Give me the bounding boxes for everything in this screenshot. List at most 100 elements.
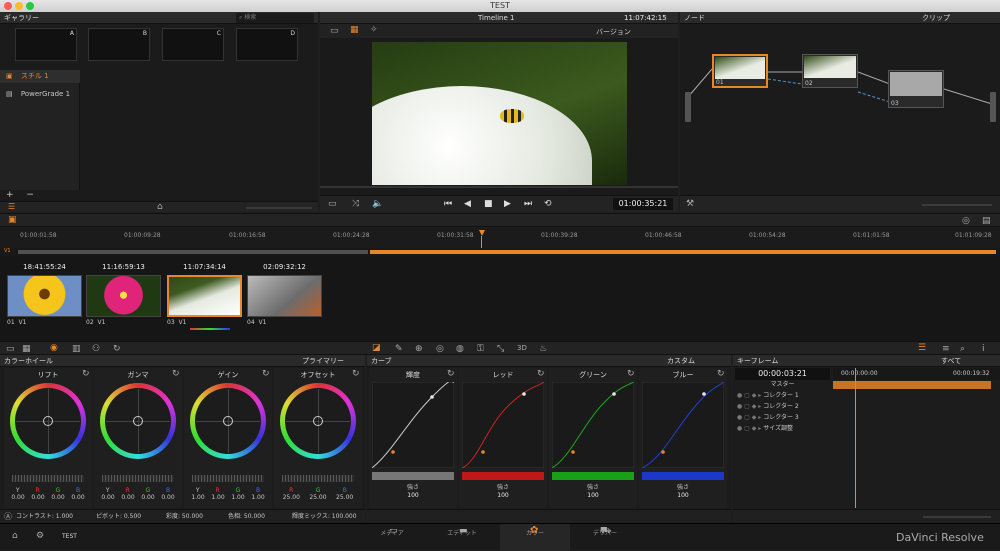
window-icon[interactable]: ⊕ <box>415 344 423 354</box>
lift-wheel[interactable] <box>10 383 86 459</box>
motion-effects-icon[interactable]: ⚇ <box>92 344 100 354</box>
offset-reset-icon[interactable]: ↻ <box>352 369 360 379</box>
viewer-image[interactable] <box>372 42 627 185</box>
grab-still-icon[interactable]: ⌂ <box>157 202 163 212</box>
node-mode-dropdown[interactable]: クリップ <box>922 12 950 24</box>
wheel-mode-dropdown[interactable]: プライマリー <box>302 355 344 367</box>
offset-wheel[interactable] <box>280 383 356 459</box>
playhead-marker[interactable] <box>479 230 485 236</box>
play-reverse-icon[interactable]: ◀ <box>464 199 471 209</box>
tab-color[interactable]: カラー <box>500 528 570 537</box>
tracker-icon[interactable]: ◎ <box>436 344 444 354</box>
lift-master-wheel[interactable] <box>12 475 84 482</box>
offset-master-wheel[interactable] <box>282 475 354 482</box>
red-strength-slider[interactable] <box>462 472 544 480</box>
tab-edit[interactable]: エディット <box>427 528 497 537</box>
keyframe-master-track[interactable] <box>833 381 991 389</box>
gain-master-wheel[interactable] <box>192 475 264 482</box>
luma-curve-reset-icon[interactable]: ↻ <box>447 369 455 379</box>
green-curve-graph[interactable] <box>552 382 634 468</box>
saturation-value[interactable]: 彩度: 50.000 <box>166 510 203 524</box>
green-strength-slider[interactable] <box>552 472 634 480</box>
keyframe-row-corrector-3[interactable]: ● ▢ ◆ ▸ コレクター 3 <box>735 413 830 423</box>
sizing-icon[interactable]: ⤡ <box>497 344 504 354</box>
go-to-start-icon[interactable]: ⏮ <box>444 199 452 209</box>
gain-wheel[interactable] <box>190 383 266 459</box>
still-slot-b[interactable]: B <box>88 28 150 61</box>
gamma-wheel[interactable] <box>100 383 176 459</box>
zoom-icon[interactable]: ⌕ <box>960 344 965 354</box>
close-window-button[interactable] <box>4 2 12 10</box>
gallery-search-input[interactable]: ⌕ 検索 <box>236 13 314 23</box>
node-02[interactable]: 02 <box>802 54 858 88</box>
clip-02-thumbnail[interactable] <box>86 275 161 317</box>
lum-mix-value[interactable]: 輝度ミックス: 100.000 <box>292 510 357 524</box>
gamma-reset-icon[interactable]: ↻ <box>172 369 180 379</box>
node-03[interactable]: 03 <box>888 70 944 108</box>
node-tool-icon[interactable]: ⚒ <box>686 199 694 209</box>
version-label[interactable]: バージョン <box>596 27 631 37</box>
blue-curve-graph[interactable] <box>642 382 724 468</box>
lift-reset-icon[interactable]: ↻ <box>82 369 90 379</box>
list-view-icon[interactable]: ☰ <box>8 202 15 211</box>
reset-palette-icon[interactable]: ↻ <box>113 344 121 354</box>
curves-tool-icon[interactable]: ◪ <box>372 343 381 353</box>
key-icon[interactable]: ⚿ <box>477 344 484 354</box>
viewer-mode-icon[interactable]: ▭ <box>328 199 337 209</box>
thumbnail-size-slider[interactable] <box>246 207 312 209</box>
clip-view-icon[interactable]: ▣ <box>8 215 17 225</box>
qualifier-icon[interactable]: ✎ <box>395 344 403 354</box>
keyframe-zoom-slider[interactable] <box>923 516 991 518</box>
gain-reset-icon[interactable]: ↻ <box>262 369 270 379</box>
color-match-icon[interactable]: ▦ <box>22 344 31 354</box>
timeline-segment-1[interactable] <box>18 250 368 254</box>
rgb-mixer-icon[interactable]: ▥ <box>72 344 81 354</box>
node-output-handle[interactable] <box>990 92 996 122</box>
still-slot-d[interactable]: D <box>236 28 298 61</box>
home-icon[interactable]: ⌂ <box>12 531 18 541</box>
timeline-ruler[interactable]: 01:00:01:58 01:00:09:28 01:00:16:58 01:0… <box>0 228 1000 248</box>
camera-raw-icon[interactable]: ▭ <box>6 344 15 354</box>
effects-icon[interactable]: ♨ <box>539 344 547 354</box>
green-curve-reset-icon[interactable]: ↻ <box>627 369 635 379</box>
node-zoom-slider[interactable] <box>922 204 992 206</box>
color-wheels-icon[interactable]: ◉ <box>50 343 58 353</box>
play-icon[interactable]: ▶ <box>504 199 511 209</box>
remove-album-button[interactable]: − <box>26 190 34 200</box>
clip-04-thumbnail[interactable] <box>247 275 322 317</box>
add-album-button[interactable]: + <box>6 190 14 200</box>
node-01[interactable]: 01 <box>712 54 768 88</box>
keyframe-view-icon[interactable]: ☰ <box>918 343 926 353</box>
luma-curve-graph[interactable] <box>372 382 454 468</box>
curves-mode-dropdown[interactable]: カスタム <box>667 355 695 367</box>
hue-value[interactable]: 色相: 50.000 <box>228 510 265 524</box>
tab-deliver[interactable]: デリバー <box>570 528 640 537</box>
still-slot-c[interactable]: C <box>162 28 224 61</box>
grid-view-icon[interactable]: ▦ <box>350 25 359 35</box>
zoom-window-button[interactable] <box>26 2 34 10</box>
shuffle-icon[interactable]: ⤨ <box>352 199 359 209</box>
node-input-handle[interactable] <box>685 92 691 122</box>
stop-icon[interactable]: ■ <box>484 199 493 209</box>
keyframe-row-sizing[interactable]: ● ▢ ◆ ▸ サイズ調整 <box>735 424 830 434</box>
contrast-value[interactable]: コントラスト: 1.000 <box>16 510 73 524</box>
still-slot-a[interactable]: A <box>15 28 77 61</box>
keyframe-row-master[interactable]: マスター <box>735 380 830 390</box>
volume-icon[interactable]: 🔈 <box>372 199 383 209</box>
viewer-scrubber[interactable] <box>320 186 678 188</box>
timeline-segment-active[interactable] <box>370 250 996 254</box>
audio-view-icon[interactable]: ≡ <box>942 344 950 354</box>
settings-gear-icon[interactable]: ⚙ <box>36 531 44 541</box>
album-item-stills[interactable]: ▣ スチル 1 <box>0 70 80 83</box>
keyframe-ruler[interactable]: 00:00:00:00 00:00:19:32 <box>833 368 1000 380</box>
clip-01-thumbnail[interactable] <box>7 275 82 317</box>
tab-media[interactable]: メディア <box>357 528 427 537</box>
3d-icon[interactable]: 3D <box>517 344 527 352</box>
keyframe-filter-dropdown[interactable]: すべて <box>941 355 961 367</box>
pivot-value[interactable]: ピボット: 0.500 <box>96 510 141 524</box>
blue-curve-reset-icon[interactable]: ↻ <box>717 369 725 379</box>
single-view-icon[interactable]: ▭ <box>330 26 339 36</box>
luma-strength-slider[interactable] <box>372 472 454 480</box>
thumbnail-mode-icon[interactable]: ▤ <box>982 216 991 226</box>
info-icon[interactable]: ⅰ <box>982 344 985 354</box>
